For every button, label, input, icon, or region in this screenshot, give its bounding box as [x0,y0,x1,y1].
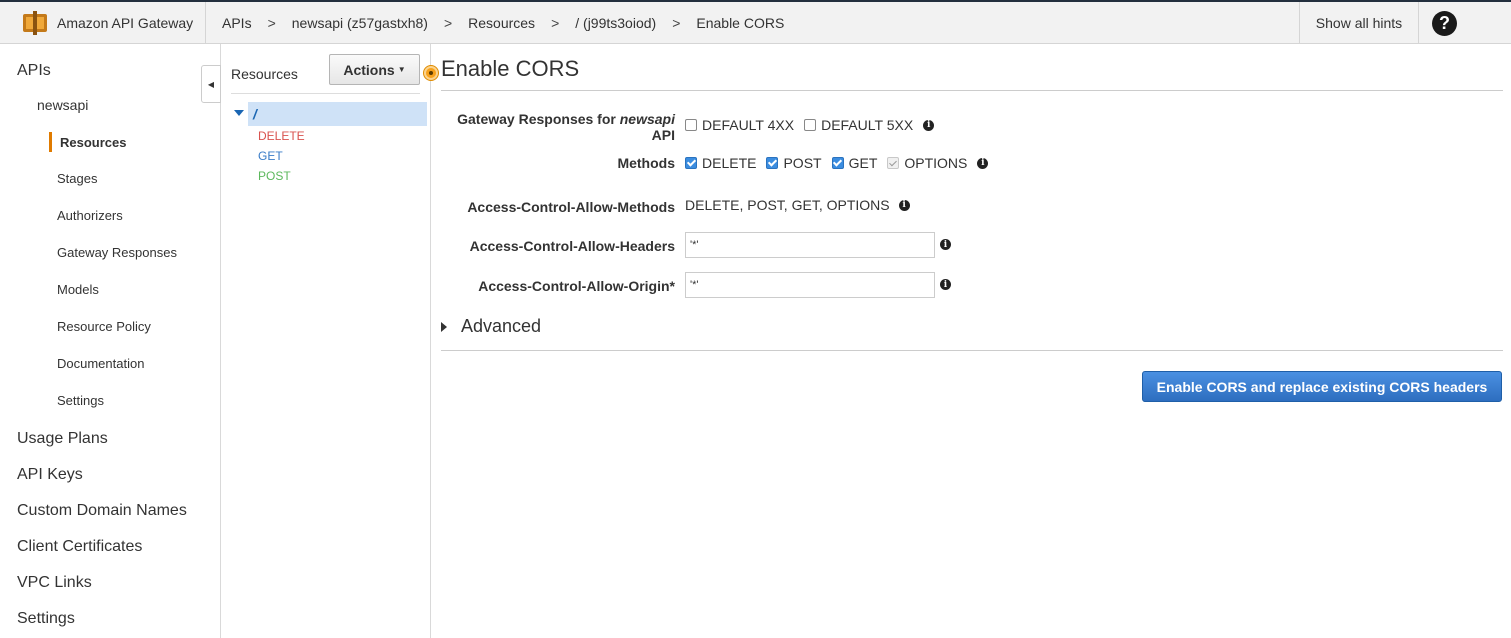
enable-cors-button[interactable]: Enable CORS and replace existing CORS he… [1142,371,1502,402]
default-4xx-checkbox[interactable] [685,119,697,131]
methods-label: Methods [617,155,675,171]
resources-title: Resources [231,66,298,82]
allow-methods-label: Access-Control-Allow-Methods [467,199,675,215]
allow-origin-label: Access-Control-Allow-Origin* [478,278,675,294]
default-5xx-label: DEFAULT 5XX [821,117,914,133]
allow-headers-label: Access-Control-Allow-Headers [469,238,675,254]
sidebar-item-api-name[interactable]: newsapi [37,97,88,113]
sidebar-item-authorizers[interactable]: Authorizers [57,208,123,223]
breadcrumb-api[interactable]: newsapi (z57gastxh8) [292,15,428,31]
options-checkbox [887,157,900,169]
get-label: GET [848,155,878,171]
divider [441,350,1503,351]
info-icon[interactable]: i [923,119,935,131]
info-icon[interactable]: i [977,157,989,169]
expand-arrow-icon[interactable] [234,110,244,116]
sidebar-item-models[interactable]: Models [57,282,99,297]
divider [441,90,1503,91]
expand-arrow-icon [441,321,447,332]
breadcrumb-resources[interactable]: Resources [468,15,535,31]
gateway-responses-options: DEFAULT 4XX DEFAULT 5XX i [685,117,935,133]
active-indicator [49,132,52,152]
sidebar-item-apis[interactable]: APIs [17,62,51,80]
sidebar-item-api-keys[interactable]: API Keys [17,466,83,484]
info-icon[interactable]: i [940,239,951,250]
sidebar-item-usage-plans[interactable]: Usage Plans [17,430,108,448]
breadcrumb-resource[interactable]: / (j99ts3oiod) [575,15,656,31]
sidebar-item-resources[interactable]: Resources [60,135,126,150]
help-icon[interactable]: ? [1432,11,1457,36]
chevron-left-icon: ◀ [207,79,215,89]
breadcrumb-apis[interactable]: APIs [222,15,252,31]
sidebar-item-documentation[interactable]: Documentation [57,356,144,371]
divider [231,93,420,94]
sidebar-item-vpc-links[interactable]: VPC Links [17,574,92,592]
breadcrumb-separator: > [267,15,276,31]
breadcrumb: APIs > newsapi (z57gastxh8) > Resources … [222,2,784,44]
show-hints-button[interactable]: Show all hints [1299,2,1419,44]
actions-label: Actions [343,61,395,78]
breadcrumb-separator: > [551,15,560,31]
delete-checkbox[interactable] [685,157,697,169]
breadcrumb-current: Enable CORS [696,15,785,31]
default-4xx-label: DEFAULT 4XX [702,117,795,133]
delete-label: DELETE [702,155,757,171]
info-icon[interactable]: i [898,199,910,211]
method-get[interactable]: GET [258,149,283,163]
gateway-responses-label: Gateway Responses for newsapi API [457,111,675,143]
actions-dropdown-button[interactable]: Actions ▼ [329,54,420,85]
sidebar-item-stages[interactable]: Stages [57,171,97,186]
sidebar-item-resource-policy[interactable]: Resource Policy [57,319,151,334]
resources-panel: Resources Actions ▼ / DELETE GET POST [222,44,431,638]
caret-down-icon: ▼ [397,65,406,74]
breadcrumb-separator: > [672,15,681,31]
info-icon[interactable]: i [940,279,951,290]
top-bar: Amazon API Gateway APIs > newsapi (z57ga… [0,0,1511,44]
collapse-sidebar-button[interactable]: ◀ [201,65,221,103]
methods-options: DELETE POST GET OPTIONS i [685,155,989,171]
main-content: Enable CORS Gateway Responses for newsap… [432,44,1511,638]
allow-methods-row: DELETE, POST, GET, OPTIONS i [685,197,910,213]
method-delete[interactable]: DELETE [258,129,305,143]
options-label: OPTIONS [904,155,968,171]
allow-origin-input[interactable] [685,272,935,298]
default-5xx-checkbox[interactable] [804,119,817,131]
sidebar-item-settings[interactable]: Settings [57,393,104,408]
resource-root[interactable]: / [248,102,427,126]
post-label: POST [783,155,822,171]
allow-headers-input[interactable] [685,232,935,258]
sidebar-item-gateway-responses[interactable]: Gateway Responses [57,245,177,260]
breadcrumb-separator: > [443,15,453,31]
sidebar-item-custom-domain-names[interactable]: Custom Domain Names [17,502,187,520]
allow-methods-value: DELETE, POST, GET, OPTIONS [685,197,890,213]
sidebar-item-global-settings[interactable]: Settings [17,610,75,628]
app-name: Amazon API Gateway [57,15,194,31]
sidebar: APIs newsapi Resources Stages Authorizer… [0,44,221,638]
service-logo[interactable]: Amazon API Gateway [8,2,206,44]
advanced-toggle[interactable]: Advanced [441,316,541,337]
page-title: Enable CORS [441,56,580,81]
sidebar-item-client-certificates[interactable]: Client Certificates [17,538,142,556]
get-checkbox[interactable] [831,157,844,169]
method-post[interactable]: POST [258,169,291,183]
api-gateway-icon [23,11,47,35]
post-checkbox[interactable] [766,157,779,169]
advanced-label: Advanced [461,316,542,336]
